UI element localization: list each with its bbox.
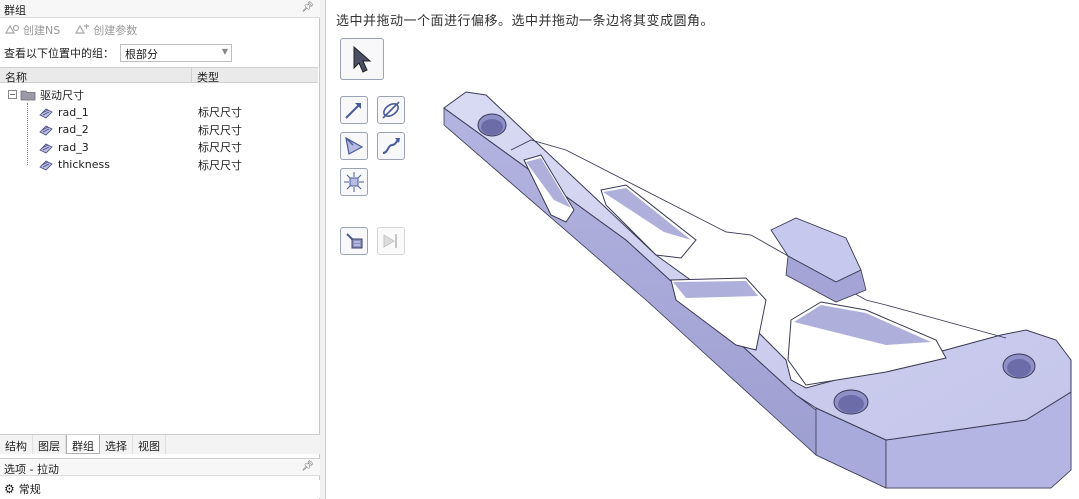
options-general-label: 常规 — [18, 483, 41, 496]
tree-row[interactable]: rad_2 标尺尺寸 — [0, 121, 318, 139]
tree-row[interactable]: rad_3 标尺尺寸 — [0, 139, 318, 157]
options-title: 选项 - 拉动 📌︎ — [0, 458, 320, 476]
tree-row[interactable]: rad_1 标尺尺寸 — [0, 104, 318, 122]
tab-views[interactable]: 视图 — [133, 435, 166, 454]
group-toolbar: 创建NS 创建参数 — [0, 20, 320, 40]
panel-tabs: 结构 图层 群组 选择 视图 — [0, 434, 320, 454]
tree-root-label: 驱动尺寸 — [40, 88, 84, 102]
tree-item-label: rad_1 — [58, 105, 89, 119]
lookup-location-select[interactable]: 根部分 ▼ — [120, 44, 232, 62]
group-tree: − 驱动尺寸 rad_1 标尺尺寸 rad_2 标尺尺寸 rad_3 标尺尺寸 … — [0, 86, 318, 174]
gear-icon: ⚙ — [4, 482, 15, 496]
chevron-down-icon: ▼ — [221, 47, 228, 56]
dimension-icon — [39, 108, 53, 119]
column-header: 名称 类型 — [0, 67, 318, 84]
tree-item-type: 标尺尺寸 — [198, 141, 242, 155]
bracket-model[interactable] — [326, 0, 1079, 499]
options-general-row[interactable]: ⚙ 常规 — [0, 480, 320, 498]
column-name[interactable]: 名称 — [0, 68, 192, 84]
tab-structure[interactable]: 结构 — [0, 435, 33, 454]
tree-item-label: rad_2 — [58, 123, 89, 137]
lookup-row: 查看以下位置中的组： 根部分 ▼ — [0, 42, 320, 64]
group-panel: 群组 📌︎ 创建NS 创建参数 查看以下位置中的组： 根部分 ▼ 名称 类型 −… — [0, 0, 320, 499]
tree-item-label: thickness — [58, 158, 110, 172]
create-ns-icon — [4, 24, 20, 34]
lookup-label: 查看以下位置中的组： — [4, 47, 114, 60]
tab-selection[interactable]: 选择 — [100, 435, 133, 454]
dimension-icon — [39, 160, 53, 171]
dimension-icon — [39, 143, 53, 154]
tab-groups[interactable]: 群组 — [66, 435, 100, 454]
tree-item-type: 标尺尺寸 — [198, 123, 242, 137]
options-title-text: 选项 - 拉动 — [4, 463, 59, 476]
pin-icon[interactable]: 📌︎ — [301, 2, 314, 13]
create-ns-label: 创建NS — [23, 24, 61, 37]
tree-item-label: rad_3 — [58, 140, 89, 154]
tree-item-type: 标尺尺寸 — [198, 158, 242, 172]
tree-row[interactable]: thickness 标尺尺寸 — [0, 156, 318, 174]
panel-title: 群组 📌︎ — [0, 0, 320, 18]
tree-root-driving-dimensions[interactable]: − 驱动尺寸 — [0, 86, 318, 104]
3d-viewport[interactable]: 选中并拖动一个面进行偏移。选中并拖动一条边将其变成圆角。 — [325, 0, 1079, 499]
lookup-selected-value: 根部分 — [125, 48, 158, 61]
folder-icon — [20, 90, 36, 101]
create-parameter-label: 创建参数 — [93, 24, 138, 37]
tab-layers[interactable]: 图层 — [33, 435, 66, 454]
create-parameter-icon — [75, 24, 90, 34]
panel-title-text: 群组 — [4, 4, 26, 17]
collapse-icon[interactable]: − — [8, 90, 17, 100]
column-type[interactable]: 类型 — [192, 68, 224, 84]
pin-icon[interactable]: 📌︎ — [301, 461, 314, 472]
create-ns-button[interactable]: 创建NS — [4, 22, 60, 38]
create-parameter-button[interactable]: 创建参数 — [74, 22, 137, 38]
tree-item-type: 标尺尺寸 — [198, 106, 242, 120]
dimension-icon — [39, 125, 53, 136]
